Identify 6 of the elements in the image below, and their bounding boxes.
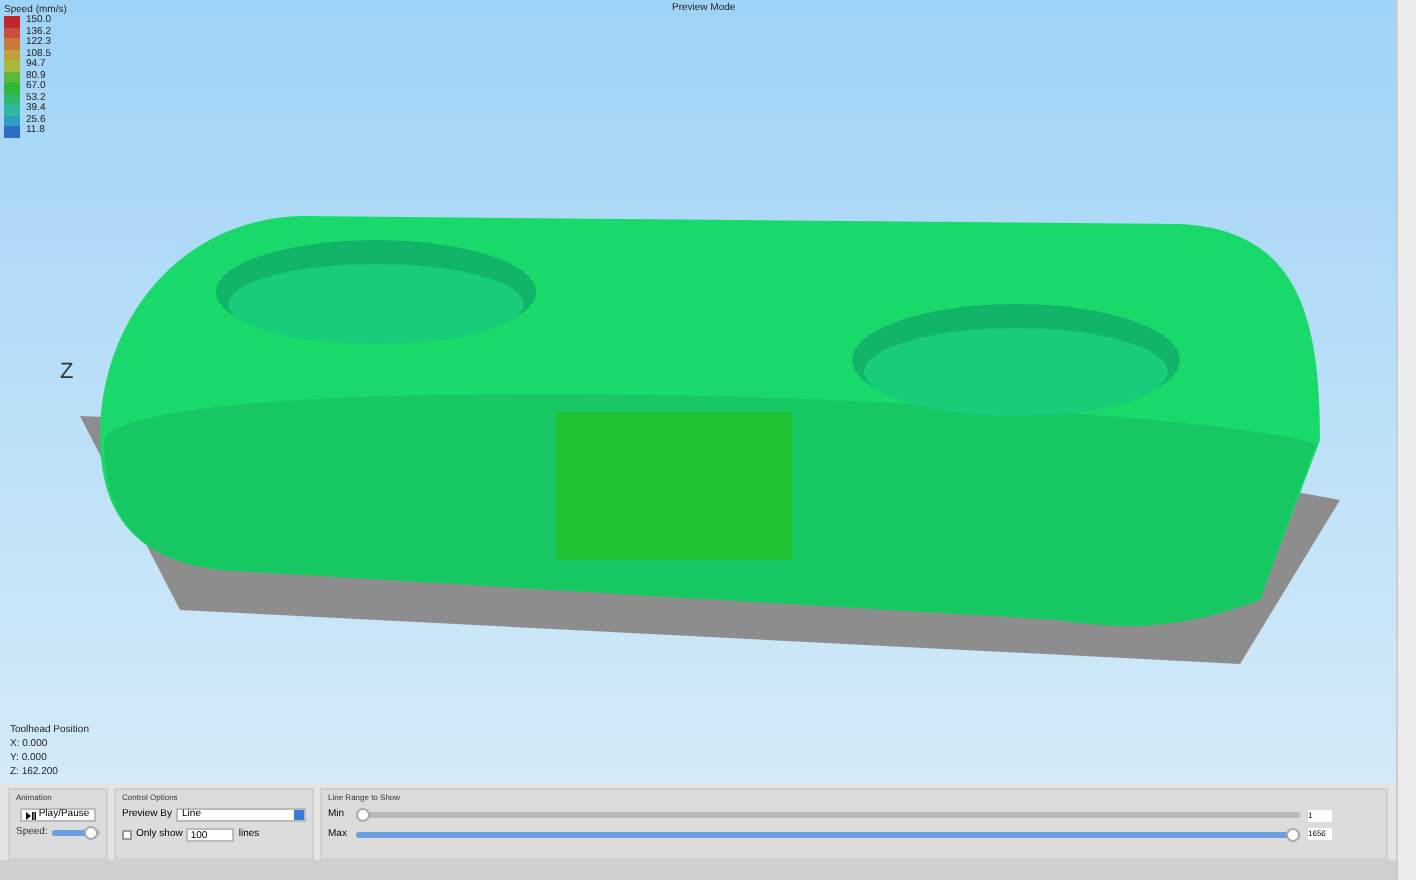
only-show-checkbox[interactable] [122,829,132,840]
play-pause-icon [26,811,37,819]
axis-label: Z [60,358,74,388]
slider[interactable] [51,826,100,841]
slider[interactable] [356,827,1300,842]
slider[interactable] [356,808,1300,823]
